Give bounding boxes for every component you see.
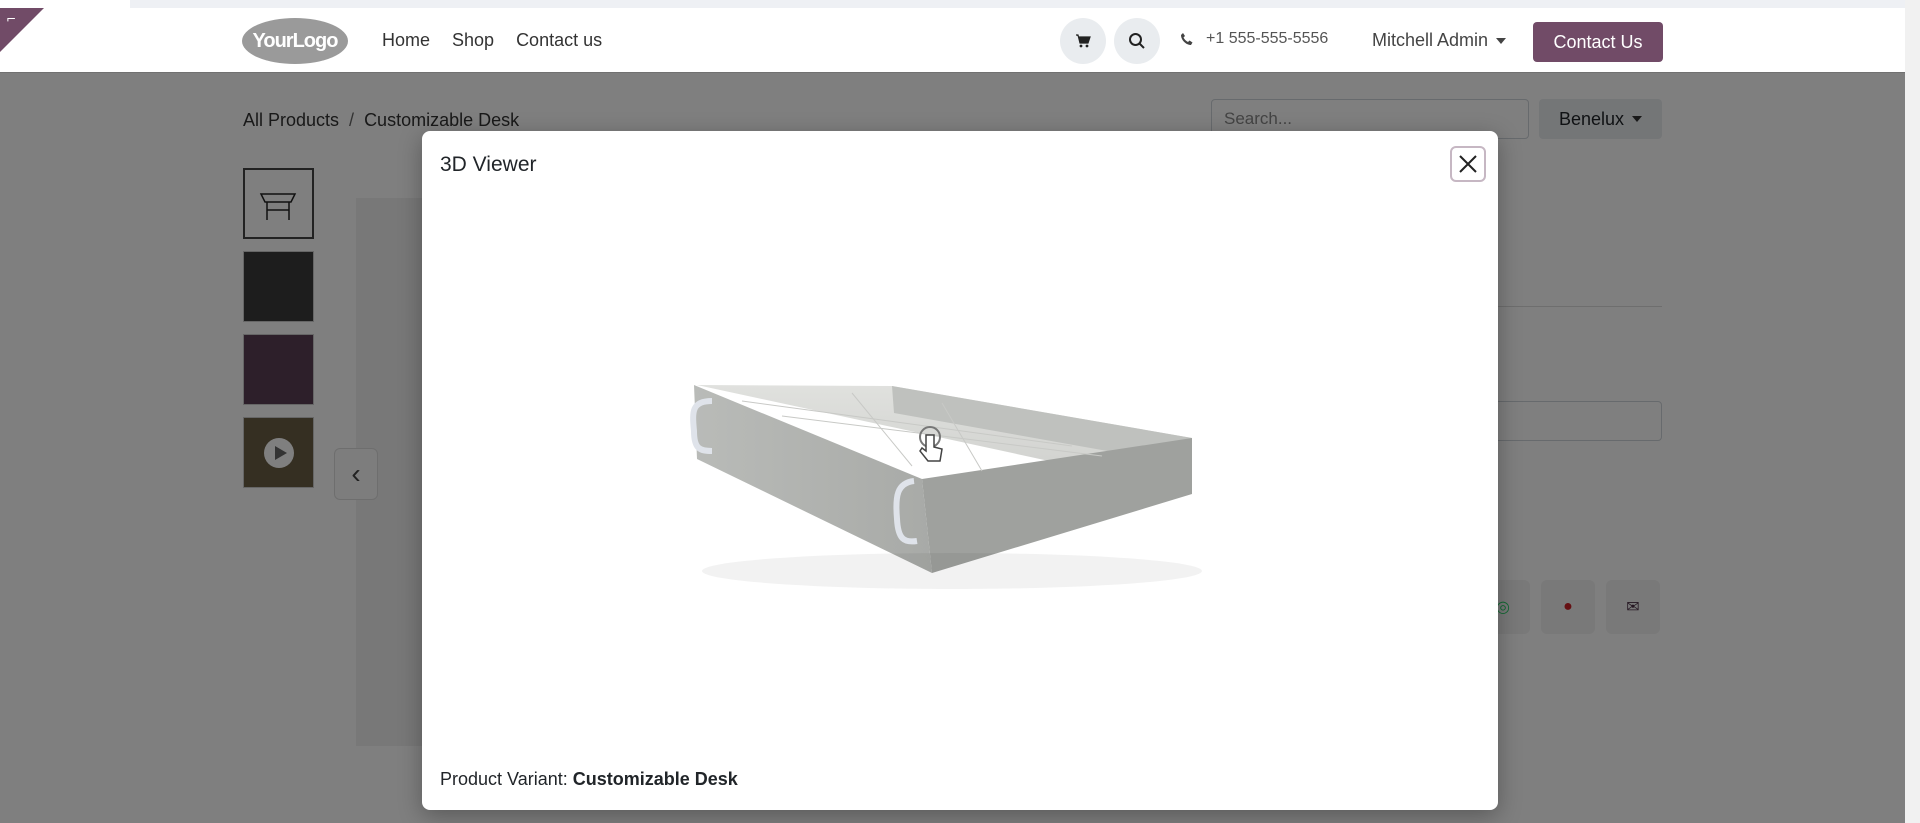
3d-model-viewer[interactable] (652, 371, 1212, 601)
tray-shadow (702, 553, 1202, 589)
chevron-down-icon (1496, 38, 1507, 45)
site-header: YourLogo Home Shop Contact us +1 555-555… (0, 8, 1905, 73)
cart-icon (1076, 34, 1091, 48)
logo[interactable]: YourLogo (242, 18, 348, 64)
modal-title: 3D Viewer (440, 153, 537, 176)
variant-value: Customizable Desk (572, 769, 738, 789)
nav-shop[interactable]: Shop (452, 30, 494, 51)
search-icon (1129, 33, 1145, 49)
close-button[interactable] (1450, 146, 1486, 182)
modal-footer: Product Variant: Customizable Desk (440, 769, 738, 790)
cart-button[interactable] (1060, 18, 1106, 64)
corner-arrow-icon: ⌐ (6, 12, 17, 26)
phone-icon (1181, 33, 1193, 45)
viewer-modal: 3D Viewer Product Variant: Customizable … (422, 131, 1498, 810)
phone-number: +1 555-555-5556 (1206, 30, 1329, 47)
user-name: Mitchell Admin (1372, 30, 1489, 50)
scrollbar[interactable] (1905, 0, 1920, 823)
user-menu[interactable]: Mitchell Admin (1372, 30, 1507, 51)
close-icon (1459, 155, 1477, 173)
search-button[interactable] (1114, 18, 1160, 64)
nav-home[interactable]: Home (382, 30, 430, 51)
phone[interactable]: +1 555-555-5556 (1180, 30, 1328, 48)
nav-contact[interactable]: Contact us (516, 30, 602, 51)
main-nav: Home Shop Contact us (382, 30, 602, 51)
contact-us-button[interactable]: Contact Us (1533, 22, 1663, 62)
variant-label: Product Variant: (440, 769, 568, 789)
